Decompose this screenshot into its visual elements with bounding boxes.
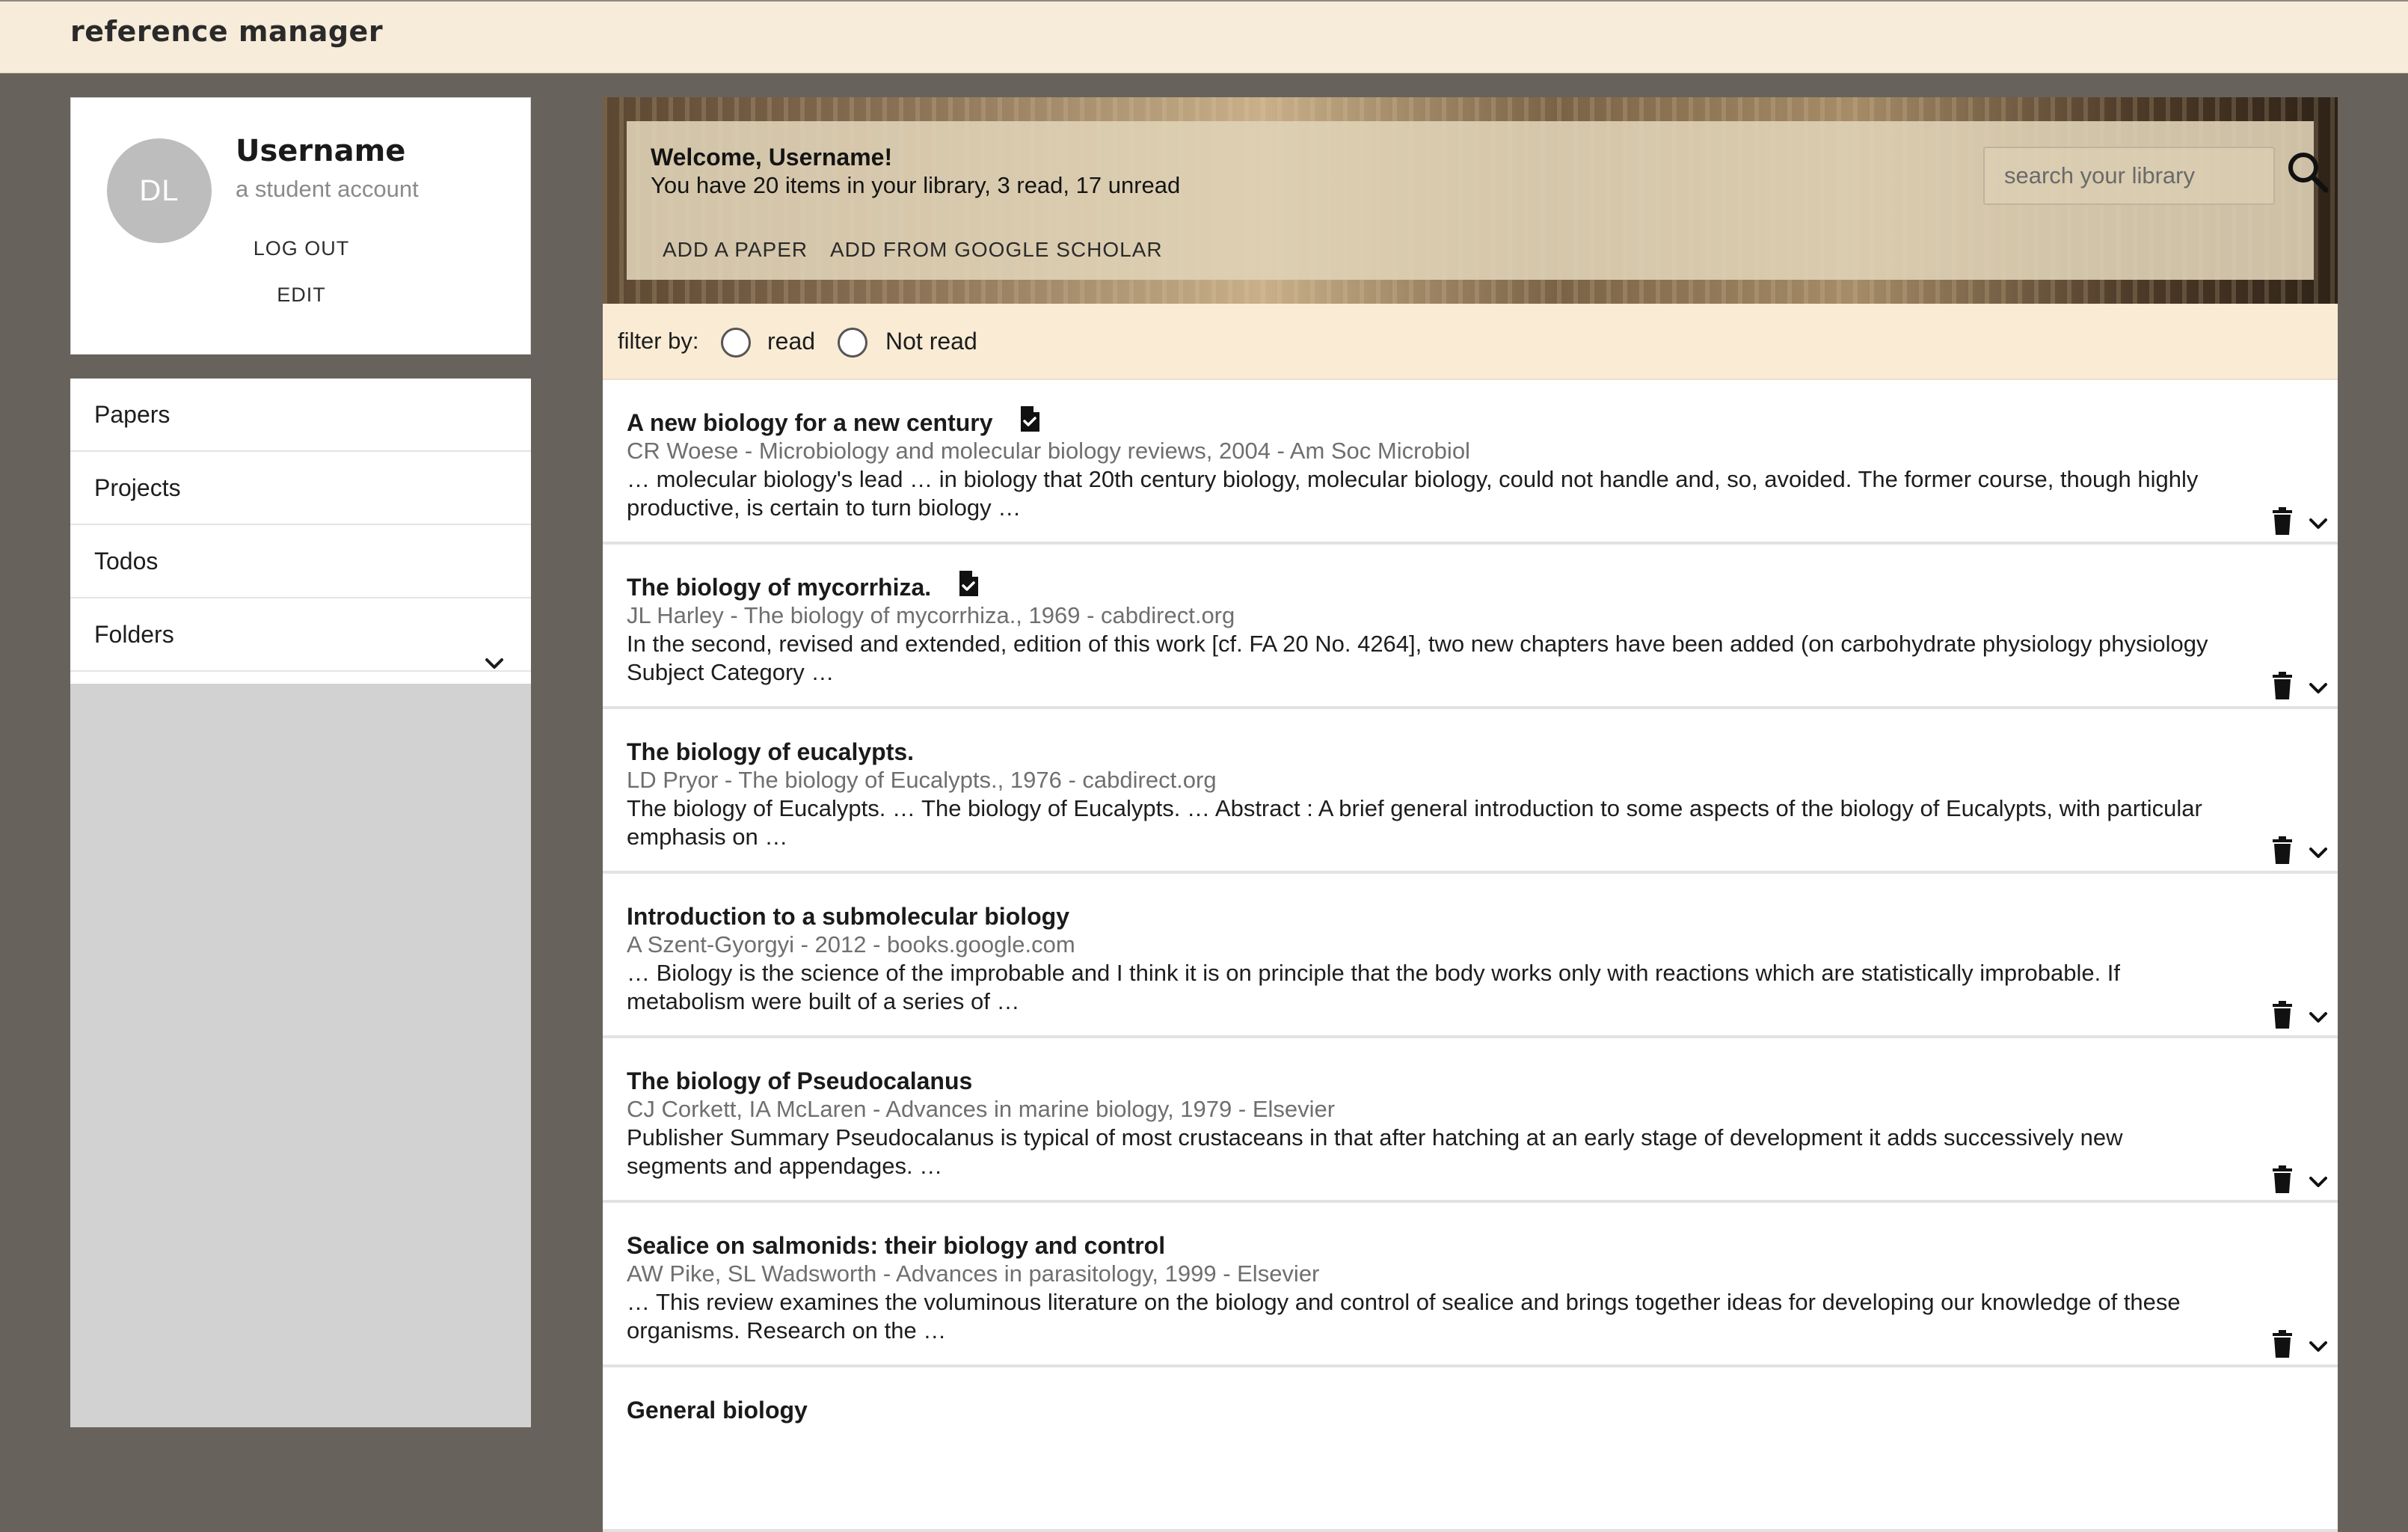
sidebar-item-label: Folders: [94, 621, 174, 648]
trash-icon[interactable]: [2270, 672, 2297, 702]
trash-icon[interactable]: [2270, 836, 2297, 866]
paper-title[interactable]: Introduction to a submolecular biology: [627, 902, 1069, 931]
paper-snippet: … Biology is the science of the improbab…: [627, 960, 2121, 1014]
paper-meta: A Szent-Gyorgyi - 2012 - books.google.co…: [627, 931, 1075, 958]
filter-read-radio[interactable]: [721, 328, 751, 358]
welcome-heading: Welcome, Username!: [651, 144, 893, 171]
paper-meta: CR Woese - Microbiology and molecular bi…: [627, 438, 1470, 464]
chevron-down-icon[interactable]: [2308, 679, 2330, 702]
username: Username: [236, 134, 406, 168]
sidebar-item-projects[interactable]: Projects: [70, 452, 531, 525]
list-item: Sealice on salmonids: their biology and …: [603, 1203, 2338, 1367]
paper-snippet: The biology of Eucalypts. … The biology …: [627, 795, 2202, 850]
filter-read-label[interactable]: read: [767, 328, 815, 355]
sidebar-item-folders[interactable]: Folders: [70, 598, 531, 672]
filter-not-read-label[interactable]: Not read: [885, 328, 977, 355]
sidebar-item-papers[interactable]: Papers: [70, 379, 531, 452]
paper-list: A new biology for a new century CR Woese…: [603, 380, 2338, 1532]
paper-meta: LD Pryor - The biology of Eucalypts., 19…: [627, 767, 1217, 793]
chevron-down-icon[interactable]: [2308, 515, 2330, 537]
list-item: The biology of mycorrhiza. JL Harley - T…: [603, 545, 2338, 709]
paper-title[interactable]: General biology: [627, 1396, 808, 1424]
paper-meta: JL Harley - The biology of mycorrhiza., …: [627, 602, 1235, 628]
sidebar-item-label: Papers: [94, 401, 171, 428]
paper-title[interactable]: The biology of mycorrhiza.: [627, 573, 931, 601]
welcome-box: Welcome, Username! You have 20 items in …: [627, 121, 2329, 280]
sidebar-item-todos[interactable]: Todos: [70, 525, 531, 598]
library-summary: You have 20 items in your library, 3 rea…: [651, 172, 1181, 198]
paper-snippet: Publisher Summary Pseudocalanus is typic…: [627, 1124, 2123, 1179]
trash-icon[interactable]: [2270, 507, 2297, 537]
paper-snippet: In the second, revised and extended, edi…: [627, 631, 2208, 685]
paper-title[interactable]: Sealice on salmonids: their biology and …: [627, 1231, 1165, 1260]
logout-button[interactable]: LOG OUT: [71, 237, 532, 260]
paper-title[interactable]: A new biology for a new century: [627, 408, 993, 437]
filter-label: filter by:: [618, 328, 699, 354]
account-type: a student account: [236, 176, 419, 202]
sidebar-item-label: Todos: [94, 548, 159, 574]
filter-not-read-radio[interactable]: [838, 328, 867, 358]
list-item: The biology of eucalypts. LD Pryor - The…: [603, 709, 2338, 874]
chevron-down-icon[interactable]: [485, 627, 504, 699]
profile-card: DL Username a student account LOG OUT ED…: [70, 97, 531, 355]
paper-title[interactable]: The biology of eucalypts.: [627, 738, 914, 766]
list-item: The biology of Pseudocalanus CJ Corkett,…: [603, 1038, 2338, 1203]
paper-snippet: … molecular biology's lead … in biology …: [627, 466, 2199, 521]
paper-meta: AW Pike, SL Wadsworth - Advances in para…: [627, 1260, 1320, 1287]
search-icon[interactable]: [2285, 150, 2335, 199]
main-panel: Welcome, Username! You have 20 items in …: [603, 97, 2338, 1532]
chevron-down-icon[interactable]: [2308, 1173, 2330, 1195]
chevron-down-icon[interactable]: [2308, 1008, 2330, 1031]
add-paper-button[interactable]: ADD A PAPER: [663, 238, 808, 262]
search-input[interactable]: [1983, 147, 2275, 205]
chevron-down-icon[interactable]: [2308, 844, 2330, 866]
list-item: Introduction to a submolecular biology A…: [603, 874, 2338, 1038]
paper-title[interactable]: The biology of Pseudocalanus: [627, 1067, 972, 1095]
trash-icon[interactable]: [2270, 1330, 2297, 1360]
filter-bar: filter by: read Not read: [603, 304, 2338, 380]
library-banner: Welcome, Username! You have 20 items in …: [603, 97, 2338, 304]
sidebar: Papers Projects Todos Folders: [70, 379, 531, 1427]
list-item: A new biology for a new century CR Woese…: [603, 380, 2338, 545]
trash-icon[interactable]: [2270, 1001, 2297, 1031]
sidebar-nav: Papers Projects Todos Folders: [70, 379, 531, 672]
trash-icon[interactable]: [2270, 1165, 2297, 1195]
edit-profile-button[interactable]: EDIT: [71, 284, 532, 307]
app-title: reference manager: [70, 15, 384, 48]
pdf-checked-icon[interactable]: [957, 570, 980, 601]
add-from-google-scholar-button[interactable]: ADD FROM GOOGLE SCHOLAR: [830, 238, 1163, 262]
pdf-checked-icon[interactable]: [1019, 405, 1041, 436]
avatar: DL: [107, 138, 212, 243]
list-item: General biology: [603, 1367, 2338, 1532]
sidebar-divider: [70, 672, 531, 684]
paper-meta: CJ Corkett, IA McLaren - Advances in mar…: [627, 1096, 1336, 1122]
paper-snippet: … This review examines the voluminous li…: [627, 1289, 2181, 1343]
chevron-down-icon[interactable]: [2308, 1338, 2330, 1360]
sidebar-item-label: Projects: [94, 474, 181, 501]
top-bar: reference manager: [0, 0, 2408, 73]
